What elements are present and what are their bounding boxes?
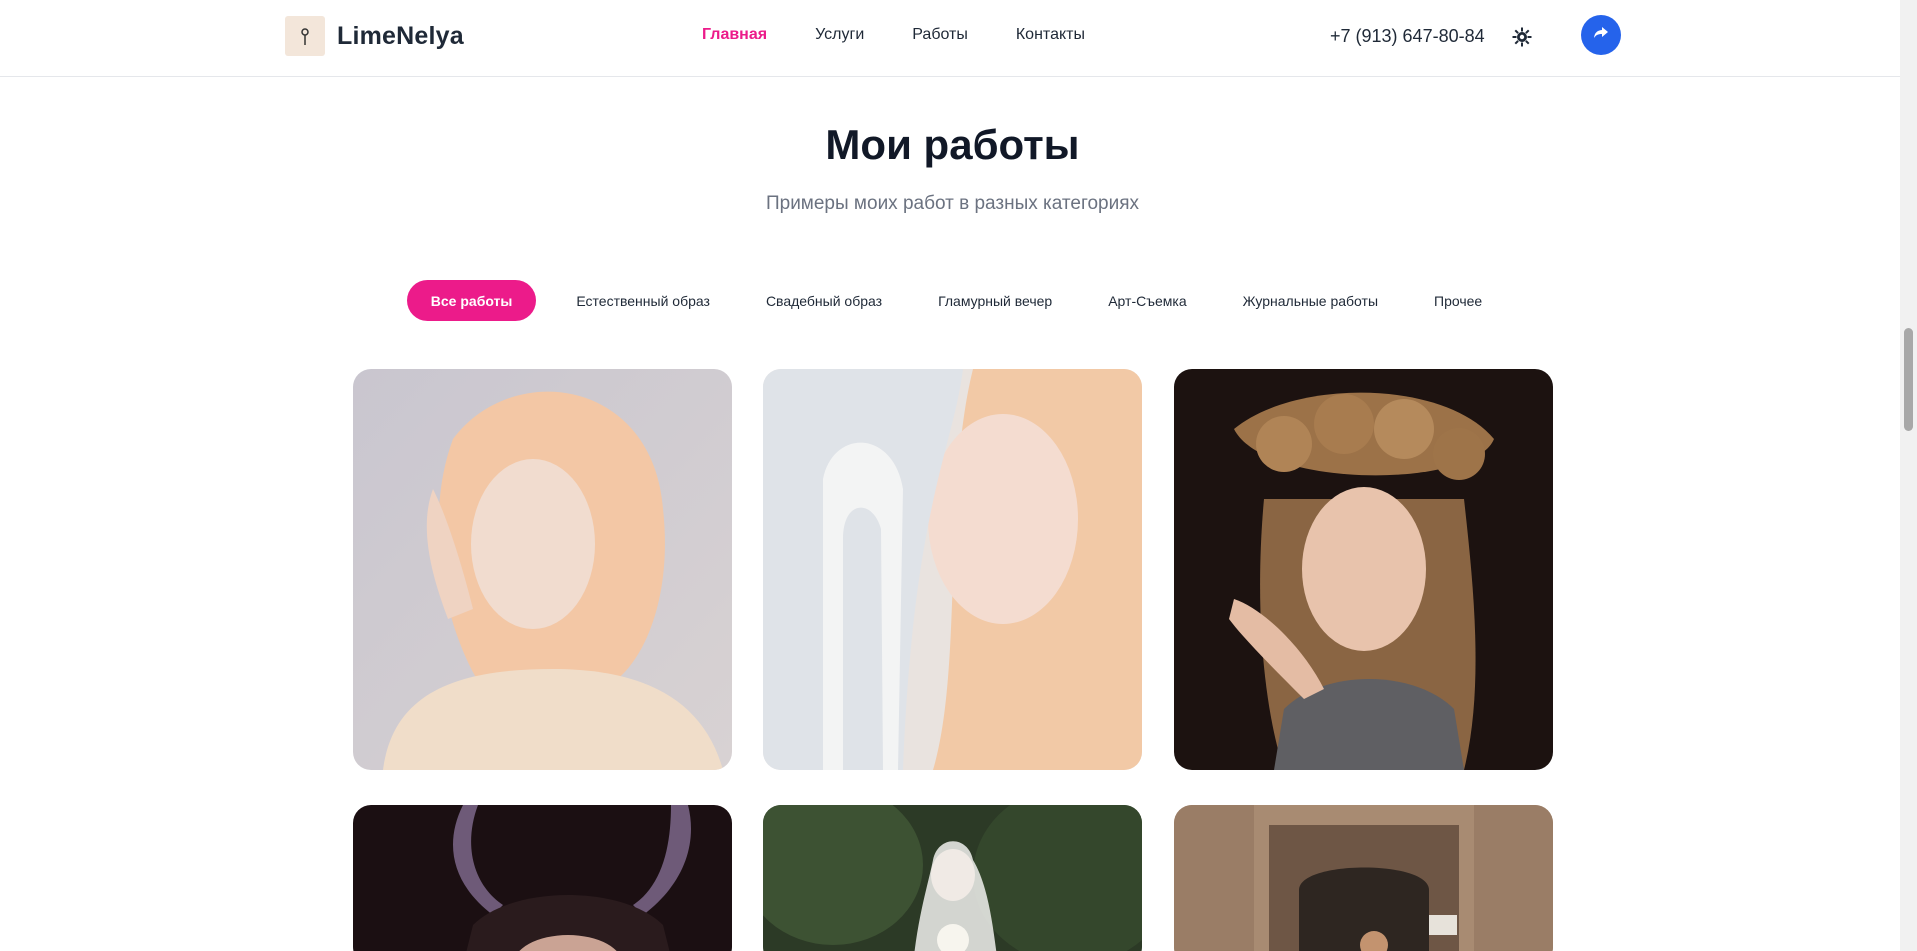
gallery-card[interactable] xyxy=(1174,805,1553,951)
filter-natural[interactable]: Естественный образ xyxy=(560,280,726,321)
brand-name: LimeNelya xyxy=(337,21,464,50)
filter-other[interactable]: Прочее xyxy=(1418,280,1498,321)
share-button[interactable] xyxy=(1581,15,1621,55)
gallery-card[interactable] xyxy=(763,369,1142,770)
filter-magazine[interactable]: Журнальные работы xyxy=(1227,280,1394,321)
nav-item-works[interactable]: Работы xyxy=(912,26,968,44)
section-subtitle: Примеры моих работ в разных категориях xyxy=(765,193,1140,214)
filter-art[interactable]: Арт-Съемка xyxy=(1092,280,1202,321)
section-title: Мои работы xyxy=(825,121,1080,168)
nav-item-contacts[interactable]: Контакты xyxy=(1016,26,1085,44)
site-header: LimeNelya Главная Услуги Работы Контакты… xyxy=(0,0,1900,77)
filter-all[interactable]: Все работы xyxy=(406,280,537,321)
nav-item-home[interactable]: Главная xyxy=(702,26,767,44)
logo[interactable]: LimeNelya xyxy=(285,16,464,56)
filter-glamour[interactable]: Гламурный вечер xyxy=(922,280,1068,321)
scrollbar-thumb[interactable] xyxy=(1904,328,1913,431)
golden-crown-portrait-photo xyxy=(1174,369,1553,770)
gallery-card[interactable] xyxy=(1174,369,1553,770)
mirror-portrait-photo xyxy=(763,369,1142,770)
main-nav: Главная Услуги Работы Контакты xyxy=(702,26,1085,44)
blonde-portrait-photo xyxy=(353,369,732,770)
gallery-card[interactable] xyxy=(353,369,732,770)
phone-link[interactable]: +7 (913) 647-80-84 xyxy=(1330,26,1485,47)
share-arrow-icon xyxy=(1593,26,1609,45)
scrollbar[interactable] xyxy=(1900,0,1917,951)
brush-icon xyxy=(285,16,325,56)
archway-building-photo xyxy=(1174,805,1553,951)
horns-portrait-photo xyxy=(353,805,732,951)
category-filters: Все работы Естественный образ Свадебный … xyxy=(0,280,1905,321)
gallery-card[interactable] xyxy=(763,805,1142,951)
gallery-card[interactable] xyxy=(353,805,732,951)
page: LimeNelya Главная Услуги Работы Контакты… xyxy=(0,0,1917,951)
wedding-bride-photo xyxy=(763,805,1142,951)
filter-wedding[interactable]: Свадебный образ xyxy=(750,280,898,321)
nav-item-services[interactable]: Услуги xyxy=(815,26,864,44)
gear-icon[interactable] xyxy=(1510,25,1534,49)
